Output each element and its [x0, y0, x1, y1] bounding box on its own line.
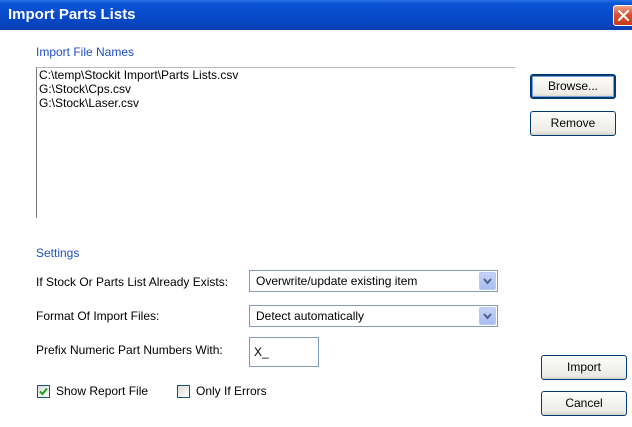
format-select[interactable]: Detect automatically [249, 305, 498, 327]
close-button[interactable] [613, 5, 632, 26]
browse-button[interactable]: Browse... [530, 74, 616, 99]
only-if-errors-label[interactable]: Only If Errors [196, 384, 267, 398]
import-button[interactable]: Import [541, 355, 627, 380]
format-value: Detect automatically [256, 309, 365, 323]
list-item[interactable]: C:\temp\Stockit Import\Parts Lists.csv [37, 68, 515, 82]
title-bar[interactable]: Import Parts Lists [0, 0, 632, 30]
import-file-names-label: Import File Names [36, 45, 135, 59]
dropdown-button[interactable] [479, 272, 496, 290]
chevron-down-icon [483, 278, 492, 285]
settings-label: Settings [36, 246, 80, 260]
window-title: Import Parts Lists [8, 6, 136, 23]
show-report-checkbox[interactable] [37, 385, 50, 398]
only-if-errors-checkbox[interactable] [177, 385, 190, 398]
checkmark-icon [39, 387, 48, 396]
prefix-field[interactable] [249, 337, 319, 367]
already-exists-label: If Stock Or Parts List Already Exists: [36, 275, 229, 289]
import-file-list[interactable]: C:\temp\Stockit Import\Parts Lists.csv G… [36, 67, 515, 218]
show-report-label[interactable]: Show Report File [56, 384, 148, 398]
already-exists-select[interactable]: Overwrite/update existing item [249, 270, 498, 292]
prefix-input[interactable] [254, 345, 314, 359]
list-item[interactable]: G:\Stock\Laser.csv [37, 96, 515, 110]
close-icon [618, 10, 629, 21]
prefix-label: Prefix Numeric Part Numbers With: [36, 343, 223, 357]
format-label: Format Of Import Files: [36, 309, 160, 323]
remove-button[interactable]: Remove [530, 111, 616, 136]
list-item[interactable]: G:\Stock\Cps.csv [37, 82, 515, 96]
dropdown-button[interactable] [479, 307, 496, 325]
chevron-down-icon [483, 313, 492, 320]
already-exists-value: Overwrite/update existing item [256, 274, 418, 288]
cancel-button[interactable]: Cancel [541, 391, 627, 416]
